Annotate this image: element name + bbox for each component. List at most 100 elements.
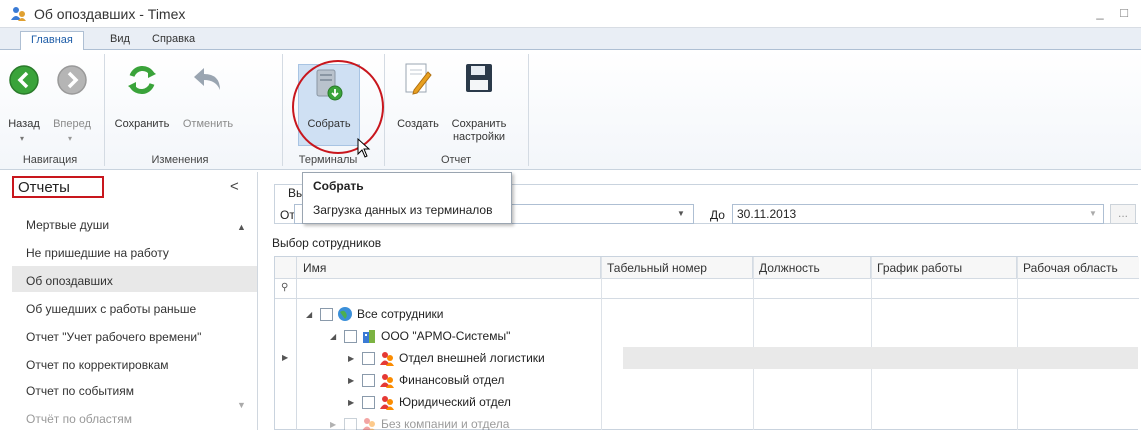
column-name[interactable]: Имя (297, 257, 601, 279)
department-icon (362, 418, 375, 430)
date-to-value: 30.11.2013 (737, 207, 797, 221)
group-separator (528, 54, 529, 166)
employees-label: Выбор сотрудников (272, 236, 382, 250)
reports-panel: Отчеты < Мертвые души ▲ Не пришедшие на … (0, 172, 258, 430)
filter-row[interactable]: ⚲ (275, 279, 1139, 299)
group-separator (104, 54, 105, 166)
group-report: Отчет (440, 154, 472, 166)
expand-icon[interactable]: ◢ (330, 332, 340, 341)
ribbon-tabs: Главная Вид Справка (0, 28, 1141, 51)
tree-label: ООО "АРМО-Системы" (381, 329, 511, 343)
column-schedule[interactable]: График работы (871, 257, 1017, 279)
date-to-field[interactable]: 30.11.2013 ▼ (732, 204, 1104, 224)
checkbox[interactable] (344, 417, 357, 430)
group-terminals: Терминалы (298, 154, 358, 166)
report-item[interactable]: Отчёт по областям (26, 412, 132, 426)
expand-icon[interactable]: ▶ (348, 398, 358, 407)
column-personnel-number[interactable]: Табельный номер (601, 257, 753, 279)
save-button[interactable]: Сохранить (110, 54, 174, 146)
forward-button[interactable]: Вперед ▾ (46, 54, 98, 146)
tooltip-title: Собрать (313, 179, 364, 193)
back-dropdown-icon[interactable]: ▾ (20, 134, 24, 143)
expand-icon[interactable]: ◢ (306, 310, 316, 319)
tab-main[interactable]: Главная (20, 31, 84, 51)
from-label: От (280, 208, 295, 222)
tree-row[interactable]: ▶ Юридический отдел (298, 391, 1138, 413)
tree-row[interactable]: ▶ Финансовый отдел (298, 369, 1138, 391)
reports-header: Отчеты (12, 176, 104, 198)
forward-arrow-icon (57, 65, 87, 95)
tree-row[interactable]: ◢ Все сотрудники (298, 303, 1138, 325)
group-changes: Изменения (151, 154, 209, 166)
group-separator (384, 54, 385, 166)
scroll-down-icon[interactable]: ▼ (237, 400, 246, 410)
group-navigation: Навигация (22, 154, 78, 166)
report-item[interactable]: Мертвые души (26, 218, 109, 232)
save-settings-button[interactable]: Сохранить настройки (448, 54, 510, 146)
grid-header: Имя Табельный номер Должность График раб… (275, 257, 1139, 279)
back-button[interactable]: Назад ▾ (0, 54, 52, 146)
tree-row-current[interactable]: ▶ Отдел внешней логистики (298, 347, 1138, 369)
current-row-indicator-icon: ▶ (282, 353, 289, 362)
checkbox[interactable] (362, 351, 375, 365)
report-item[interactable]: Об ушедших с работы раньше (26, 302, 196, 316)
column-work-area[interactable]: Рабочая область (1017, 257, 1139, 279)
department-icon (380, 352, 394, 366)
company-icon (363, 330, 375, 343)
edit-document-icon (405, 63, 432, 95)
department-icon (380, 396, 394, 410)
forward-dropdown-icon[interactable]: ▾ (68, 134, 72, 143)
create-button[interactable]: Создать (392, 54, 444, 146)
mouse-cursor-icon (357, 138, 371, 158)
forward-label: Вперед (53, 118, 91, 130)
department-icon (380, 374, 394, 388)
save-settings-label-2: настройки (452, 131, 506, 143)
window-title: Об опоздавших - Timex (34, 6, 186, 22)
report-item-selected[interactable]: Об опоздавших (26, 274, 113, 288)
column-position[interactable]: Должность (753, 257, 871, 279)
app-users-icon (11, 7, 26, 21)
save-label: Сохранить (114, 118, 170, 130)
undo-label: Отменить (182, 118, 234, 130)
create-label: Создать (397, 118, 439, 130)
report-item[interactable]: Отчет по корректировкам (26, 358, 169, 372)
group-separator (282, 54, 283, 166)
ribbon: Назад ▾ Вперед ▾ Навигация Сохранить Отм… (0, 50, 1141, 170)
more-button[interactable]: ... (1110, 204, 1136, 224)
maximize-button[interactable]: □ (1114, 6, 1134, 22)
back-arrow-icon (9, 65, 39, 95)
expand-icon[interactable]: ▶ (330, 420, 340, 429)
scroll-up-icon[interactable]: ▲ (237, 222, 246, 232)
refresh-icon (128, 66, 156, 94)
tooltip-text: Загрузка данных из терминалов (313, 203, 493, 217)
checkbox[interactable] (344, 329, 357, 343)
tab-help[interactable]: Справка (142, 31, 205, 50)
tree-label: Без компании и отдела (381, 417, 510, 430)
current-row-shade (623, 347, 1138, 369)
tree-label: Отдел внешней логистики (399, 351, 545, 365)
expand-icon[interactable]: ▶ (348, 354, 358, 363)
checkbox[interactable] (320, 307, 333, 321)
checkbox[interactable] (362, 395, 375, 409)
row-indicator-column (275, 257, 297, 430)
tree-row[interactable]: ◢ ООО "АРМО-Системы" (298, 325, 1138, 347)
title-bar: Об опоздавших - Timex _ □ (0, 0, 1141, 28)
tree-row[interactable]: ▶ Без компании и отдела (298, 413, 1138, 430)
save-settings-label-1: Сохранить (451, 118, 507, 130)
collapse-panel-icon[interactable]: < (230, 178, 239, 195)
tree-label: Все сотрудники (357, 307, 444, 321)
chevron-down-icon[interactable]: ▼ (673, 205, 689, 223)
minimize-button[interactable]: _ (1090, 6, 1110, 22)
tree-label: Юридический отдел (399, 395, 511, 409)
back-label: Назад (8, 118, 40, 130)
checkbox[interactable] (362, 373, 375, 387)
chevron-down-icon[interactable]: ▼ (1085, 205, 1101, 223)
to-label: До (710, 208, 725, 222)
undo-button[interactable]: Отменить (176, 54, 240, 146)
tab-view[interactable]: Вид (100, 31, 140, 50)
expand-icon[interactable]: ▶ (348, 376, 358, 385)
report-item[interactable]: Отчет по событиям (26, 384, 134, 398)
report-item[interactable]: Отчет "Учет рабочего времени" (26, 330, 201, 344)
tree-label: Финансовый отдел (399, 373, 505, 387)
report-item[interactable]: Не пришедшие на работу (26, 246, 169, 260)
